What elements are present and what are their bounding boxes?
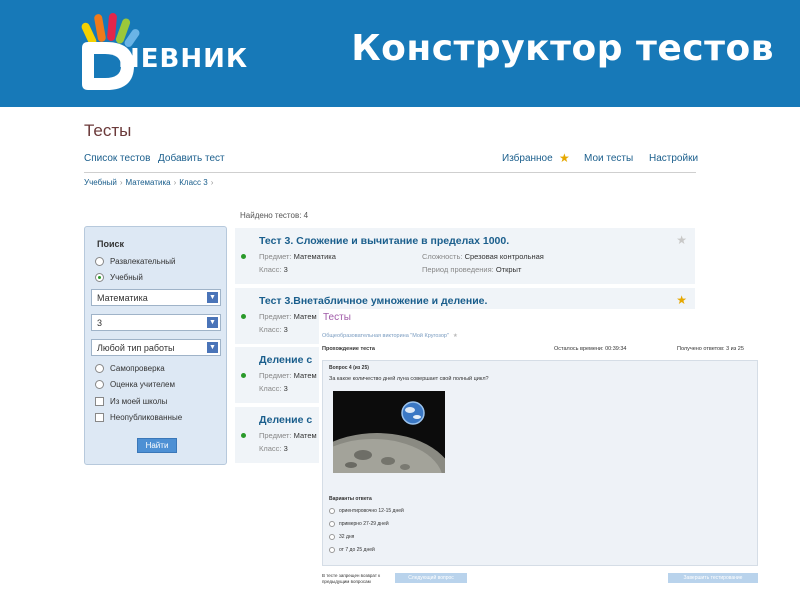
answers-received: Получено ответов: 3 из 25 [677,346,744,352]
period-meta: Период проведения: Открыт [422,265,522,274]
grade-meta: Класс: 3 [259,265,288,274]
breadcrumb-separator-icon: › [119,178,123,187]
grade-meta: Класс: 3 [259,325,288,334]
nav-test-list[interactable]: Список тестов [84,153,150,164]
radio-self-check[interactable]: Самопроверка [95,364,165,373]
moon-earth-image [333,391,445,473]
chevron-down-icon[interactable]: ▼ [207,292,218,303]
header-banner: НЕВНИК Конструктор тестов [0,0,800,107]
next-question-button[interactable]: Следующий вопрос [395,573,467,583]
found-count: Найдено тестов: 4 [240,211,309,220]
radio-icon[interactable] [329,521,335,527]
grade-meta: Класс: 3 [259,384,288,393]
list-item: Тест 3. Сложение и вычитание в пределах … [235,228,695,284]
grade-meta: Класс: 3 [259,444,288,453]
nav-settings[interactable]: Настройки [649,153,698,164]
checkbox-my-school[interactable]: Из моей школы [95,397,167,406]
overlay-title: Тесты [323,312,351,323]
time-left: Осталось времени: 00:39:34 [554,346,627,352]
search-heading: Поиск [97,239,125,249]
subject-meta: Предмет: Математика [259,252,336,261]
radio-selected-icon[interactable] [95,273,104,282]
status-dot-icon [241,314,246,319]
breadcrumb-item[interactable]: Класс 3 [179,178,207,187]
difficulty-meta: Сложность: Срезовая контрольная [422,252,544,261]
radio-icon[interactable] [329,547,335,553]
test-title-link[interactable]: Тест 3.Внетабличное умножение и деление. [259,295,487,307]
overlay-subtitle: Общеобразовательная викторина "Мой Круго… [322,333,458,339]
passing-label: Прохождение теста [322,346,375,352]
nav-my-tests[interactable]: Мои тесты [584,153,633,164]
radio-educational[interactable]: Учебный [95,273,143,282]
checkbox-icon[interactable] [95,397,104,406]
question-text: За какое количество дней луна совершает … [329,376,489,382]
favorites-star-icon[interactable]: ★ [559,151,570,165]
logo-wordmark: НЕВНИК [118,44,249,74]
subject-select[interactable]: Математика ▼ [91,289,221,306]
search-panel: Поиск Развлекательный Учебный Математика… [84,226,227,465]
overlay-status-bar: Прохождение теста Осталось времени: 00:3… [322,346,758,356]
chevron-down-icon[interactable]: ▼ [207,342,218,353]
radio-icon[interactable] [329,508,335,514]
radio-icon[interactable] [95,380,104,389]
status-dot-icon [241,254,246,259]
finish-test-button[interactable]: Завершить тестирование [668,573,758,583]
radio-entertainment[interactable]: Развлекательный [95,257,175,266]
favorite-star-icon[interactable]: ★ [676,293,687,307]
chevron-down-icon[interactable]: ▼ [207,317,218,328]
radio-icon[interactable] [95,257,104,266]
radio-teacher-grade[interactable]: Оценка учителем [95,380,175,389]
nav-favorites[interactable]: Избранное [502,153,553,164]
answer-option[interactable]: ориентировочно 12-15 дней [329,508,404,514]
no-return-note: В тесте запрещен возврат к предыдущим во… [322,573,381,584]
answers-heading: Варианты ответа [329,496,372,502]
favorite-star-icon[interactable]: ★ [676,233,687,247]
radio-icon[interactable] [329,534,335,540]
test-title-link[interactable]: Тест 3. Сложение и вычитание в пределах … [259,235,509,247]
answer-option[interactable]: 32 дня [329,534,354,540]
checkbox-icon[interactable] [95,413,104,422]
page-title: Тесты [84,121,132,140]
radio-icon[interactable] [95,364,104,373]
test-title-link[interactable]: Деление с [259,354,312,366]
top-nav: Список тестов Добавить тест Избранное ★ … [84,151,698,173]
status-dot-icon [241,433,246,438]
work-type-select[interactable]: Любой тип работы ▼ [91,339,221,356]
banner-title: Конструктор тестов [351,28,774,69]
test-title-link[interactable]: Деление с [259,414,312,426]
find-button[interactable]: Найти [137,438,177,453]
breadcrumb-separator-icon: › [210,178,214,187]
status-dot-icon [241,373,246,378]
answer-option[interactable]: примерно 27-29 дней [329,521,389,527]
nav-add-test[interactable]: Добавить тест [158,153,225,164]
grade-select[interactable]: 3 ▼ [91,314,221,331]
star-icon[interactable]: ★ [453,333,458,339]
question-box: Вопрос 4 (из 25) За какое количество дне… [322,360,758,566]
breadcrumb-item[interactable]: Математика [126,178,171,187]
checkbox-unpublished[interactable]: Неопубликованные [95,413,182,422]
breadcrumb-item[interactable]: Учебный [84,178,117,187]
answer-option[interactable]: от 7 до 25 дней [329,547,375,553]
subject-meta: Предмет: Матем [259,371,317,380]
subject-meta: Предмет: Матем [259,431,317,440]
breadcrumb: Учебный › Математика › Класс 3 › [84,178,216,187]
breadcrumb-separator-icon: › [173,178,177,187]
test-passing-screenshot: Тесты Общеобразовательная викторина "Мой… [319,309,765,600]
question-number: Вопрос 4 (из 25) [329,365,369,371]
subject-meta: Предмет: Матем [259,312,317,321]
